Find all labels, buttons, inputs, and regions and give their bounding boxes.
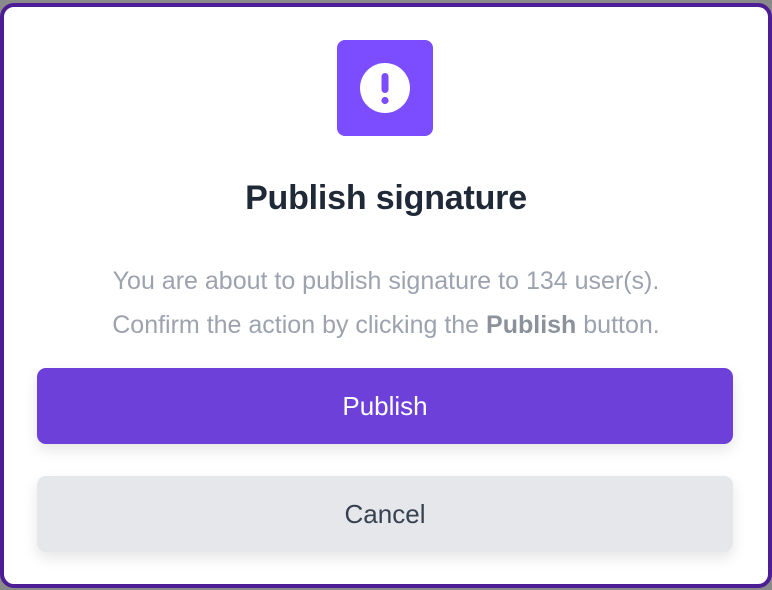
dialog-title: Publish signature (245, 179, 527, 217)
message-suffix: button. (576, 311, 660, 339)
publish-signature-dialog: Publish signature You are about to publi… (0, 3, 772, 588)
cancel-button[interactable]: Cancel (37, 476, 733, 552)
message-line-2: Confirm the action by clicking the Publi… (4, 303, 768, 347)
message-line-1: You are about to publish signature to 13… (112, 267, 660, 295)
publish-button[interactable]: Publish (37, 368, 733, 444)
dialog-message: You are about to publish signature to 13… (4, 259, 768, 347)
exclamation-circle-icon (360, 63, 410, 113)
message-prefix: Confirm the action by clicking the (112, 311, 487, 339)
message-bold-publish: Publish (486, 311, 577, 339)
alert-icon-container (337, 40, 433, 136)
